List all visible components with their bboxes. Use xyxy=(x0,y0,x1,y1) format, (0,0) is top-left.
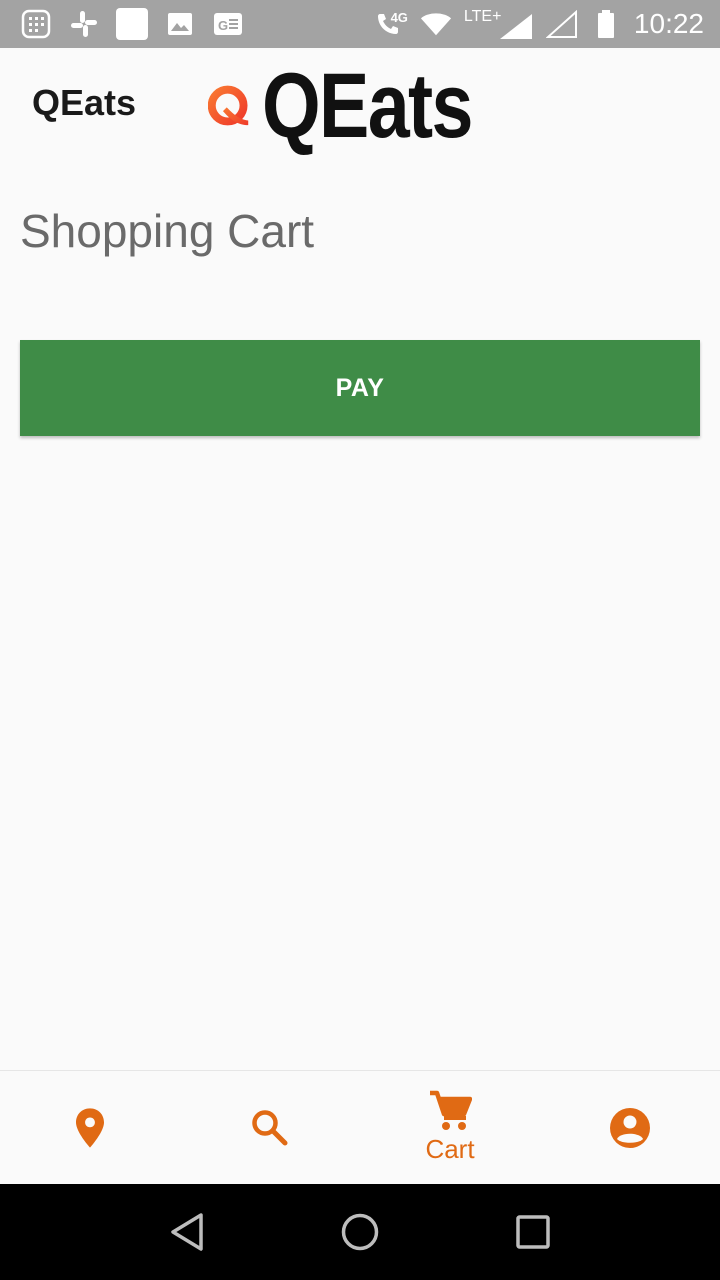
yono-sbi-icon xyxy=(116,8,148,40)
app-bar: QEats QEats xyxy=(0,48,720,164)
location-pin-icon xyxy=(76,1107,104,1148)
status-time: 10:22 xyxy=(633,8,704,39)
network-lte-label: LTE+ xyxy=(463,8,502,25)
recents-icon[interactable] xyxy=(503,1202,563,1262)
back-icon[interactable] xyxy=(157,1202,217,1262)
qeats-logo: QEats xyxy=(208,60,518,152)
cart-icon xyxy=(430,1090,472,1130)
bottom-navigation: Cart xyxy=(0,1070,720,1184)
pay-button[interactable]: PAY xyxy=(20,340,700,436)
app-title: QEats xyxy=(32,82,137,123)
signal-lte-icon: LTE+ xyxy=(464,8,534,40)
logo-wordmark: QEats xyxy=(262,55,473,157)
gallery-icon xyxy=(164,8,196,40)
signal-empty-icon xyxy=(545,8,578,40)
status-bar: G 4G LTE+ 10:22 xyxy=(0,0,720,48)
home-icon[interactable] xyxy=(330,1202,390,1262)
volte-call-icon: 4G xyxy=(368,8,408,40)
nav-item-search[interactable] xyxy=(180,1071,360,1184)
system-status: 4G LTE+ 10:22 xyxy=(368,8,704,40)
svg-text:G: G xyxy=(218,18,228,33)
ge-icon: G xyxy=(212,8,244,40)
nav-item-account[interactable] xyxy=(540,1071,720,1184)
nav-label-cart: Cart xyxy=(425,1134,475,1164)
account-icon xyxy=(610,1107,650,1148)
battery-icon xyxy=(590,8,622,40)
notification-icons: G xyxy=(20,8,244,40)
wifi-icon xyxy=(420,8,452,40)
nav-item-cart[interactable]: Cart xyxy=(360,1071,540,1184)
screen: G 4G LTE+ 10:22 QEats QEats Shopping Car… xyxy=(0,0,720,1280)
search-icon xyxy=(252,1109,288,1145)
page-title: Shopping Cart xyxy=(20,205,315,257)
calculator-icon xyxy=(20,8,52,40)
q-logo-icon xyxy=(208,85,249,126)
system-navigation-bar xyxy=(0,1184,720,1280)
network-4g-label: 4G xyxy=(390,10,408,25)
slack-icon xyxy=(68,8,100,40)
nav-item-location[interactable] xyxy=(0,1071,180,1184)
